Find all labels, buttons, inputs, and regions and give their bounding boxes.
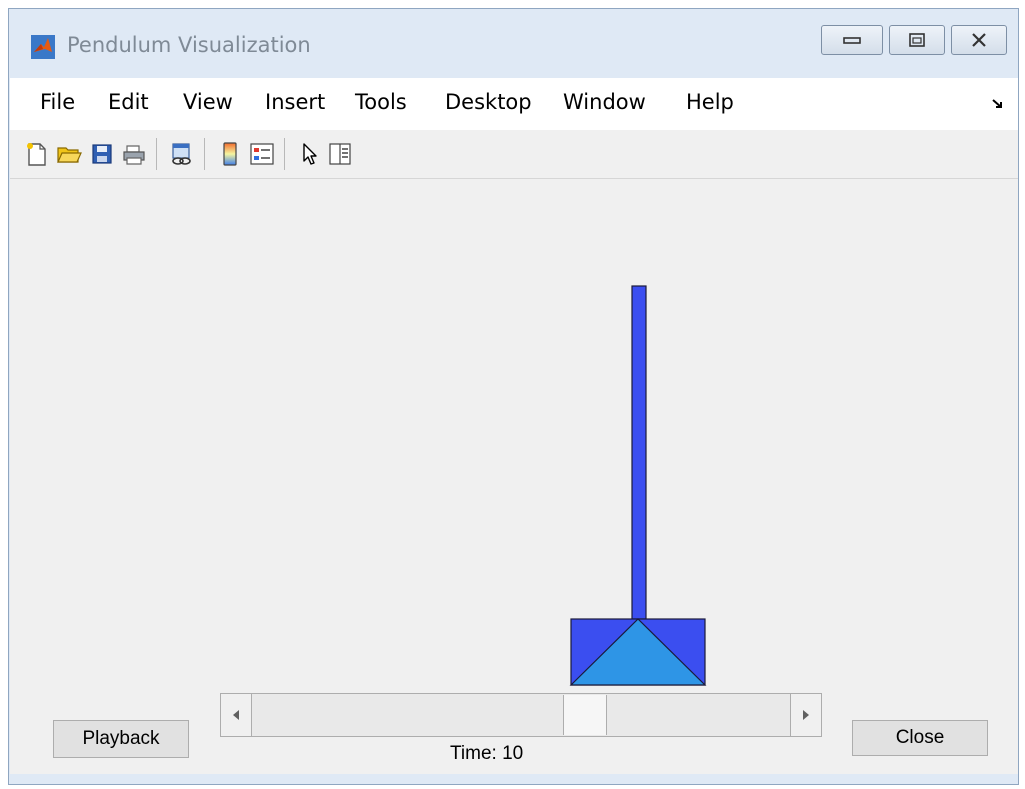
edit-plot-button[interactable] — [296, 140, 324, 168]
figure-canvas: Playback Time: 10 Close — [10, 179, 1018, 774]
menu-insert[interactable]: Insert — [265, 90, 325, 114]
time-slider[interactable] — [220, 693, 822, 737]
maximize-button[interactable] — [889, 25, 945, 55]
maximize-icon — [909, 33, 925, 47]
insert-colorbar-button[interactable] — [216, 140, 244, 168]
menu-desktop[interactable]: Desktop — [445, 90, 532, 114]
minimize-icon — [843, 37, 861, 44]
close-window-button[interactable] — [951, 25, 1007, 55]
slider-right-arrow[interactable] — [790, 694, 821, 736]
toolbar-separator — [284, 138, 285, 170]
print-button[interactable] — [120, 140, 148, 168]
time-label: Time: 10 — [450, 743, 524, 764]
arrow-left-icon — [233, 710, 239, 720]
link-plot-button[interactable] — [168, 140, 196, 168]
slider-thumb[interactable] — [563, 695, 608, 735]
pendulum-plot — [569, 285, 707, 686]
menu-edit[interactable]: Edit — [108, 90, 149, 114]
window-title: Pendulum Visualization — [67, 33, 311, 57]
arrow-right-icon — [803, 710, 809, 720]
insert-legend-button[interactable] — [248, 140, 276, 168]
toolbar-separator — [204, 138, 205, 170]
print-icon — [123, 145, 145, 165]
save-icon — [92, 144, 112, 164]
menu-bar: File Edit View Insert Tools Desktop Wind… — [10, 78, 1018, 130]
open-file-icon — [57, 147, 82, 163]
menu-window[interactable]: Window — [563, 90, 646, 114]
menu-file[interactable]: File — [40, 90, 75, 114]
close-icon — [972, 33, 986, 47]
dock-arrow-icon[interactable] — [990, 98, 1006, 110]
title-bar[interactable]: Pendulum Visualization — [9, 9, 1018, 77]
insert-colorbar-icon — [223, 142, 237, 166]
link-plot-icon — [172, 143, 191, 165]
save-button[interactable] — [88, 140, 116, 168]
new-figure-icon — [27, 143, 46, 166]
menu-view[interactable]: View — [183, 90, 233, 114]
menu-tools[interactable]: Tools — [355, 90, 407, 114]
minimize-button[interactable] — [821, 25, 883, 55]
close-button[interactable]: Close — [852, 720, 988, 756]
slider-left-arrow[interactable] — [221, 694, 252, 736]
menu-help[interactable]: Help — [686, 90, 734, 114]
property-inspector-button[interactable] — [326, 140, 354, 168]
property-inspector-icon — [329, 143, 351, 165]
insert-legend-icon — [250, 143, 274, 165]
edit-plot-icon — [303, 143, 317, 165]
toolbar-separator — [156, 138, 157, 170]
pendulum-rod — [631, 285, 647, 620]
open-file-button[interactable] — [55, 140, 83, 168]
figure-toolbar — [10, 130, 1018, 179]
figure-window: Pendulum Visualization File Edit View In… — [8, 8, 1019, 785]
matlab-icon — [31, 35, 55, 59]
new-figure-button[interactable] — [23, 140, 51, 168]
playback-button[interactable]: Playback — [53, 720, 189, 758]
